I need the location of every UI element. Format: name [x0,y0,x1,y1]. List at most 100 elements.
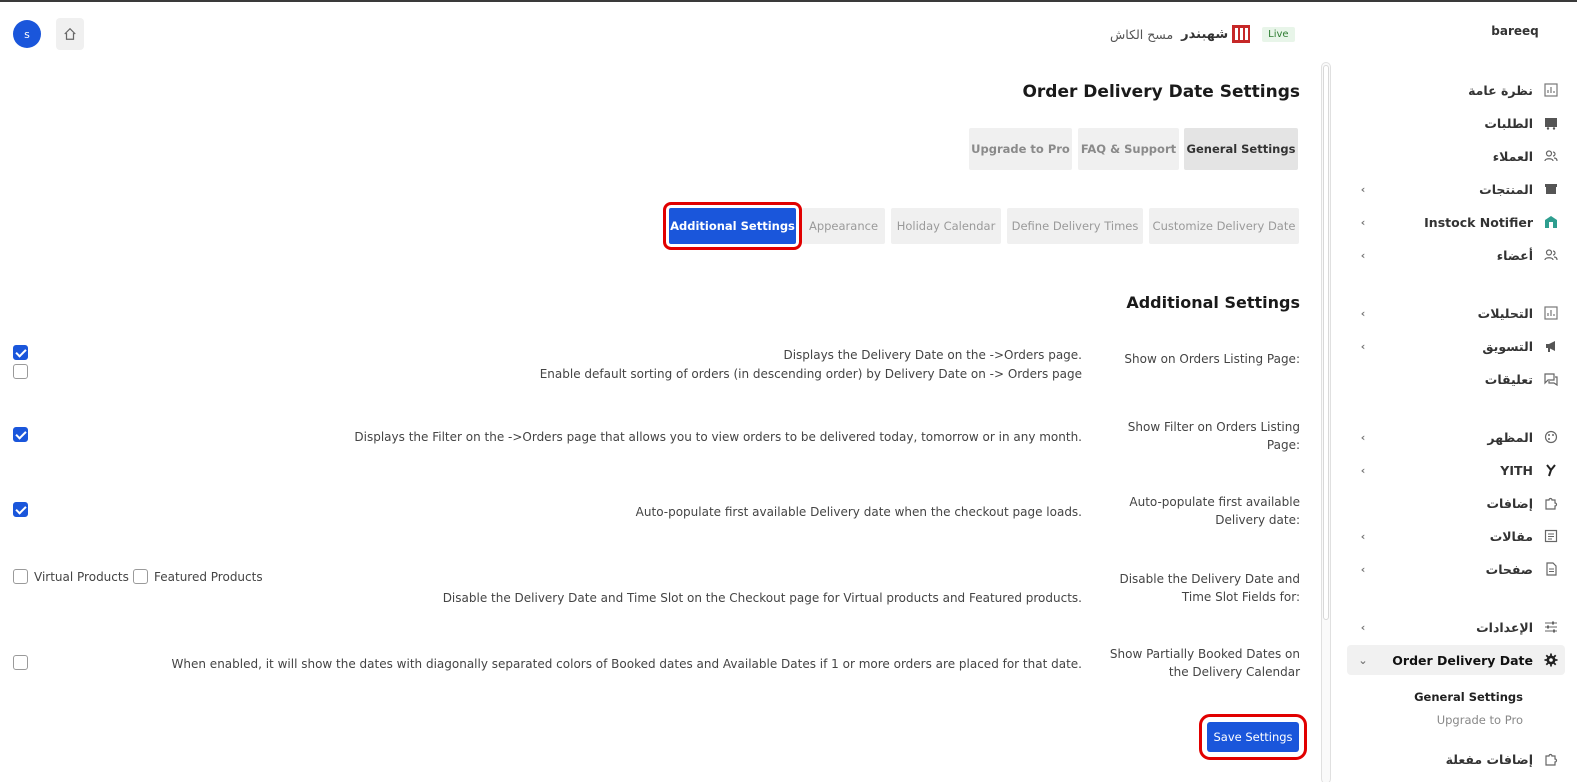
chevron-left-icon: ‹ [1360,529,1366,543]
sidebar-item-yith[interactable]: ‹ YITH [1347,455,1565,485]
scrollbar[interactable] [1321,62,1331,782]
puzzle-icon [1543,495,1559,511]
chevron-left-icon: ‹ [1360,463,1366,477]
clear-cache-link[interactable]: مسح الكاش [1110,27,1173,42]
subtab-appearance[interactable]: Appearance [802,208,885,244]
chart-icon [1543,82,1559,98]
auto-populate-checkbox[interactable] [13,502,28,517]
submenu-upgrade-to-pro[interactable]: Upgrade to Pro [1355,713,1523,727]
scrollbar-thumb[interactable] [1323,65,1329,620]
puzzle-icon [1543,751,1559,767]
avatar[interactable]: s [13,20,41,48]
gear-icon [1543,652,1559,668]
sidebar-item-label: YITH [1500,462,1533,478]
sidebar-item-plugins[interactable]: إضافات [1347,488,1565,518]
store-name[interactable]: شهبندر [1181,25,1251,43]
subtab-holiday-calendar[interactable]: Holiday Calendar [891,208,1001,244]
page-title: Order Delivery Date Settings [1022,82,1300,102]
sidebar-item-analytics[interactable]: ‹ التحليلات [1347,298,1565,328]
setting-desc-default-sorting: Enable default sorting of orders (in des… [539,367,1082,381]
analytics-icon [1543,305,1559,321]
sidebar-item-label: صفحات [1485,561,1533,577]
setting-desc-show-filter: Displays the Filter on the ->Orders page… [354,430,1082,444]
chevron-left-icon: ‹ [1360,562,1366,576]
sidebar-item-orders[interactable]: الطلبات [1347,108,1565,138]
default-sorting-checkbox[interactable] [13,364,28,379]
setting-label-show-on-orders: Show on Orders Listing Page: [1124,352,1300,366]
setting-desc-disable-fields: Disable the Delivery Date and Time Slot … [442,591,1082,605]
chevron-left-icon: ‹ [1360,215,1366,229]
sidebar-item-members[interactable]: ‹ أعضاء [1347,240,1565,270]
show-on-orders-checkbox[interactable] [13,345,28,360]
sidebar-item-overview[interactable]: نظرة عامة [1347,75,1565,105]
subtab-define-delivery-times[interactable]: Define Delivery Times [1007,208,1143,244]
setting-label-partially-booked: Show Partially Booked Dates on the Deliv… [1109,647,1300,679]
sidebar-item-settings[interactable]: ‹ الإعدادات [1347,612,1565,642]
show-filter-checkbox[interactable] [13,427,28,442]
sidebar: نظرة عامة الطلبات العملاء ‹ المنتجات ‹ I… [1335,64,1577,782]
sidebar-item-label: التسويق [1482,338,1533,354]
sidebar-item-label: نظرة عامة [1468,82,1533,98]
cart-icon [1543,115,1559,131]
sidebar-item-label: أعضاء [1496,247,1533,263]
tab-faq-support[interactable]: FAQ & Support [1078,128,1179,170]
sidebar-item-customers[interactable]: العملاء [1347,141,1565,171]
home-button[interactable] [56,18,84,50]
section-title: Additional Settings [1126,293,1300,312]
sidebar-item-active-plugins[interactable]: إضافات مفعلة [1347,744,1565,774]
yith-icon [1543,462,1559,478]
setting-desc-partially-booked: When enabled, it will show the dates wit… [171,657,1082,671]
members-icon [1543,247,1559,263]
sidebar-item-pages[interactable]: ‹ صفحات [1347,554,1565,584]
sidebar-item-label: تعليقات [1484,371,1533,387]
store-name-label: شهبندر [1181,26,1229,42]
store-logo-icon [1232,25,1251,43]
sidebar-item-label: العملاء [1492,148,1533,164]
subtab-additional-settings[interactable]: Additional Settings [663,202,802,250]
partially-booked-checkbox[interactable] [13,655,28,670]
virtual-products-checkbox[interactable] [13,569,28,584]
brand-name[interactable]: bareeq [1480,24,1550,38]
store-icon [1543,214,1559,230]
chevron-down-icon: ⌄ [1358,653,1368,667]
tab-general-settings[interactable]: General Settings [1184,128,1298,170]
sidebar-item-label: Instock Notifier [1424,214,1533,230]
sidebar-item-appearance[interactable]: ‹ المظهر [1347,422,1565,452]
live-badge: Live [1262,26,1295,42]
setting-label-show-filter: Show Filter on Orders Listing Page: [1127,420,1300,452]
setting-label-auto-populate: Auto-populate first available Delivery d… [1129,495,1300,527]
sidebar-item-label: المظهر [1487,429,1533,445]
setting-desc-show-on-orders: Displays the Delivery Date on the ->Orde… [783,348,1082,362]
setting-label-disable-fields: Disable the Delivery Date and Time Slot … [1119,572,1300,604]
sliders-icon [1543,619,1559,635]
sidebar-item-comments[interactable]: تعليقات [1347,364,1565,394]
pages-icon [1543,561,1559,577]
users-icon [1543,148,1559,164]
submenu-general-settings[interactable]: General Settings [1355,690,1523,704]
chevron-left-icon: ‹ [1360,620,1366,634]
sidebar-item-marketing[interactable]: ‹ التسويق [1347,331,1565,361]
setting-desc-auto-populate: Auto-populate first available Delivery d… [635,505,1082,519]
sidebar-item-products[interactable]: ‹ المنتجات [1347,174,1565,204]
sidebar-item-order-delivery-date[interactable]: ⌄ Order Delivery Date [1347,645,1565,675]
box-icon [1543,181,1559,197]
subtab-customize-delivery-date[interactable]: Customize Delivery Date [1149,208,1299,244]
sidebar-item-posts[interactable]: ‹ مقالات [1347,521,1565,551]
chevron-left-icon: ‹ [1360,430,1366,444]
sidebar-item-instock-notifier[interactable]: ‹ Instock Notifier [1347,207,1565,237]
sidebar-item-label: إضافات مفعلة [1445,751,1533,767]
comments-icon [1543,371,1559,387]
featured-products-label: Featured Products [154,570,263,584]
save-settings-button[interactable]: Save Settings [1199,714,1307,760]
store-info: مسح الكاش شهبندر Live [1110,24,1295,44]
virtual-products-label: Virtual Products [34,570,129,584]
chevron-left-icon: ‹ [1360,248,1366,262]
sidebar-item-label: التحليلات [1477,305,1533,321]
sidebar-item-label: المنتجات [1479,181,1533,197]
sidebar-item-label: Order Delivery Date [1392,652,1533,668]
tab-upgrade-to-pro[interactable]: Upgrade to Pro [969,128,1072,170]
posts-icon [1543,528,1559,544]
featured-products-checkbox[interactable] [133,569,148,584]
chevron-left-icon: ‹ [1360,306,1366,320]
chevron-left-icon: ‹ [1360,182,1366,196]
